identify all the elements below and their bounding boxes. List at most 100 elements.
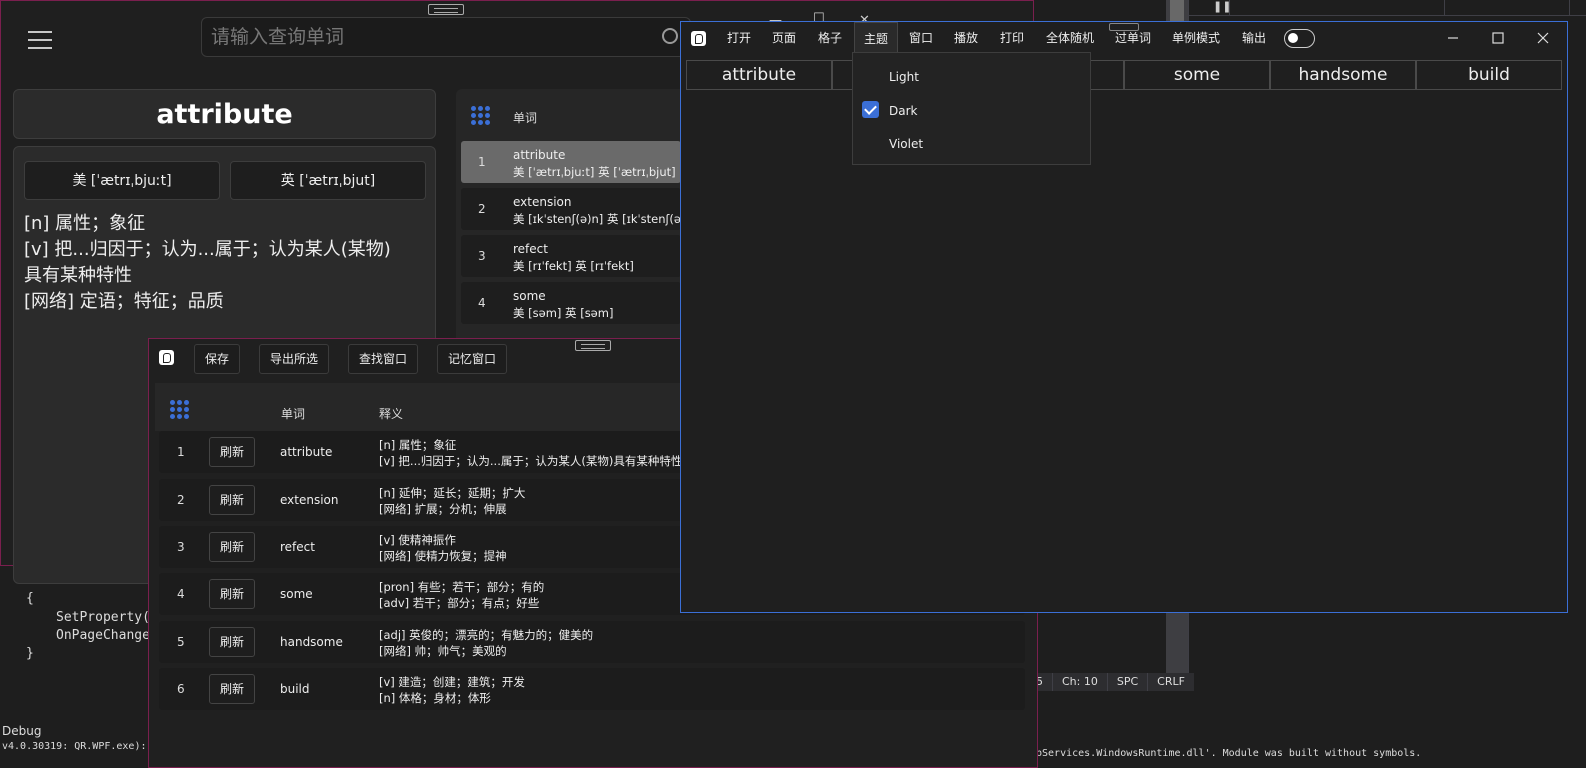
table-row[interactable]: 6 刷新 build [v] 建造；创建；建筑；开发 [n] 体格；身材；体形 bbox=[159, 668, 1025, 710]
meaning-line: [v] 把...归因于；认为...属于；认为某人(某物)具有某种特性 bbox=[379, 454, 683, 468]
code-line: } bbox=[26, 646, 34, 661]
search-icon[interactable] bbox=[662, 28, 678, 44]
row-meaning: [v] 使精神振作 [网络] 使精力恢复；提神 bbox=[379, 532, 507, 564]
definitions: [n] 属性；象征 [v] 把...归因于；认为...属于；认为某人(某物) 具… bbox=[24, 211, 424, 315]
drag-handle[interactable] bbox=[575, 340, 611, 351]
maximize-icon[interactable] bbox=[1490, 30, 1506, 46]
refresh-button[interactable]: 刷新 bbox=[209, 437, 255, 467]
theme-dropdown: Light Dark Violet bbox=[852, 52, 1091, 165]
status-item: 5 bbox=[1036, 675, 1043, 688]
list-phonetic: 美 [ˈætrɪˌbjuːt] 英 [ˈætrɪˌbjut] bbox=[513, 165, 676, 179]
refresh-button[interactable]: 刷新 bbox=[209, 532, 255, 562]
meaning-line: [v] 使精神振作 bbox=[379, 533, 456, 547]
row-meaning: [adj] 英俊的；漂亮的；有魅力的；健美的 [网络] 帅；帅气；美观的 bbox=[379, 627, 593, 659]
list-word: attribute bbox=[513, 148, 566, 162]
status-spaces[interactable]: SPC bbox=[1106, 673, 1147, 691]
list-header-word: 单词 bbox=[513, 111, 538, 125]
list-word: some bbox=[513, 289, 546, 303]
menu-grid[interactable]: 格子 bbox=[812, 22, 848, 55]
row-meaning: [n] 属性；象征 [v] 把...归因于；认为...属于；认为某人(某物)具有某… bbox=[379, 437, 682, 469]
meaning-line: [n] 属性；象征 bbox=[379, 438, 457, 452]
list-index: 1 bbox=[478, 155, 486, 169]
menu-bar: 打开 页面 格子 主题 窗口 播放 打印 全体随机 过单词 单例模式 输出 bbox=[681, 22, 1567, 55]
menu-shuffle-all[interactable]: 全体随机 bbox=[1042, 22, 1098, 55]
list-phonetic: 美 [rɪˈfekt] 英 [rɪˈfekt] bbox=[513, 259, 634, 273]
debug-output-title: Debug bbox=[2, 724, 42, 738]
row-meaning: [n] 延伸；延长；延期；扩大 [网络] 扩展；分机；伸展 bbox=[379, 485, 525, 517]
menu-play[interactable]: 播放 bbox=[948, 22, 984, 55]
grid-cell[interactable]: build bbox=[1416, 60, 1562, 90]
menu-output[interactable]: 输出 bbox=[1237, 22, 1271, 55]
row-index: 3 bbox=[177, 540, 185, 554]
menu-window[interactable]: 窗口 bbox=[903, 22, 939, 55]
menu-theme[interactable]: 主题 bbox=[854, 22, 898, 55]
grid-dots-icon[interactable] bbox=[471, 106, 490, 125]
menu-page[interactable]: 页面 bbox=[766, 22, 802, 55]
table-row[interactable]: 5 刷新 handsome [adj] 英俊的；漂亮的；有魅力的；健美的 [网络] 帅；… bbox=[159, 621, 1025, 663]
row-index: 1 bbox=[177, 445, 185, 459]
theme-option-light[interactable]: Light bbox=[889, 70, 919, 84]
editor-status-bar: 5 Ch: 10 SPC CRLF bbox=[1036, 673, 1194, 691]
list-item[interactable]: 2 extension 美 [ɪkˈstenʃ(ə)n] 英 [ɪkˈstenʃ(ə… bbox=[461, 188, 686, 230]
find-window-button[interactable]: 查找窗口 bbox=[348, 344, 418, 374]
column-header-word[interactable]: 单词 bbox=[281, 405, 305, 422]
code-line: OnPageChange bbox=[56, 628, 150, 643]
close-icon[interactable] bbox=[1535, 30, 1551, 46]
menu-open[interactable]: 打开 bbox=[721, 22, 757, 55]
export-selected-button[interactable]: 导出所选 bbox=[259, 344, 329, 374]
meaning-line: [adj] 英俊的；漂亮的；有魅力的；健美的 bbox=[379, 628, 594, 642]
definition-line: [v] 把...归因于；认为...属于；认为某人(某物) bbox=[24, 239, 391, 260]
meaning-line: [pron] 有些；若干；部分；有的 bbox=[379, 580, 545, 594]
list-word: extension bbox=[513, 195, 572, 209]
definition-line: [n] 属性；象征 bbox=[24, 213, 146, 234]
refresh-button[interactable]: 刷新 bbox=[209, 627, 255, 657]
row-word: handsome bbox=[280, 635, 343, 649]
output-toggle[interactable] bbox=[1284, 29, 1315, 48]
grid-cell[interactable]: attribute bbox=[686, 60, 832, 90]
menu-singleton-mode[interactable]: 单例模式 bbox=[1168, 22, 1224, 55]
menu-review-words[interactable]: 过单词 bbox=[1111, 22, 1155, 55]
row-word: attribute bbox=[280, 445, 333, 459]
row-index: 6 bbox=[177, 682, 185, 696]
theme-option-dark[interactable]: Dark bbox=[889, 104, 917, 118]
memory-window-button[interactable]: 记忆窗口 bbox=[437, 344, 507, 374]
grid-cell[interactable]: some bbox=[1124, 60, 1270, 90]
hamburger-menu-icon[interactable] bbox=[28, 31, 52, 49]
phonetic-us-button[interactable]: 美 [ˈætrɪˌbjuːt] bbox=[24, 161, 220, 200]
phonetic-uk-button[interactable]: 英 [ˈætrɪˌbjut] bbox=[230, 161, 426, 200]
status-column[interactable]: Ch: 10 bbox=[1052, 673, 1107, 691]
row-meaning: [pron] 有些；若干；部分；有的 [adv] 若干；部分；有点；好些 bbox=[379, 579, 544, 611]
meaning-line: [n] 体格；身材；体形 bbox=[379, 691, 491, 705]
meaning-line: [网络] 扩展；分机；伸展 bbox=[379, 502, 507, 516]
refresh-button[interactable]: 刷新 bbox=[209, 579, 255, 609]
search-box[interactable] bbox=[201, 17, 691, 57]
list-phonetic: 美 [səm] 英 [səm] bbox=[513, 306, 614, 320]
row-word: extension bbox=[280, 493, 339, 507]
list-item[interactable]: 1 attribute 美 [ˈætrɪˌbjuːt] 英 [ˈætrɪˌbjut] bbox=[461, 141, 681, 183]
debug-output-line-right: pServices.WindowsRuntime.dll'. Module wa… bbox=[1036, 748, 1422, 759]
list-item[interactable]: 3 refect 美 [rɪˈfekt] 英 [rɪˈfekt] bbox=[461, 235, 681, 277]
list-index: 3 bbox=[478, 249, 486, 263]
menu-print[interactable]: 打印 bbox=[994, 22, 1030, 55]
drag-handle[interactable] bbox=[428, 4, 464, 15]
list-item[interactable]: 4 some 美 [səm] 英 [səm] bbox=[461, 282, 681, 324]
row-word: some bbox=[280, 587, 313, 601]
row-index: 4 bbox=[177, 587, 185, 601]
minimize-icon[interactable] bbox=[1445, 30, 1461, 46]
grid-cell[interactable]: handsome bbox=[1270, 60, 1416, 90]
save-button[interactable]: 保存 bbox=[194, 344, 240, 374]
meaning-line: [v] 建造；创建；建筑；开发 bbox=[379, 675, 525, 689]
refresh-button[interactable]: 刷新 bbox=[209, 674, 255, 704]
checkmark-icon bbox=[862, 101, 879, 118]
definition-line: 具有某种特性 bbox=[24, 265, 132, 286]
grid-dots-icon[interactable] bbox=[170, 400, 189, 419]
search-input[interactable] bbox=[202, 18, 662, 56]
column-header-meaning[interactable]: 释义 bbox=[379, 405, 403, 422]
list-word: refect bbox=[513, 242, 548, 256]
refresh-button[interactable]: 刷新 bbox=[209, 485, 255, 515]
app-icon bbox=[691, 31, 706, 46]
theme-option-violet[interactable]: Violet bbox=[889, 137, 923, 151]
row-meaning: [v] 建造；创建；建筑；开发 [n] 体格；身材；体形 bbox=[379, 674, 525, 706]
status-line-endings[interactable]: CRLF bbox=[1147, 673, 1194, 691]
row-word: build bbox=[280, 682, 310, 696]
